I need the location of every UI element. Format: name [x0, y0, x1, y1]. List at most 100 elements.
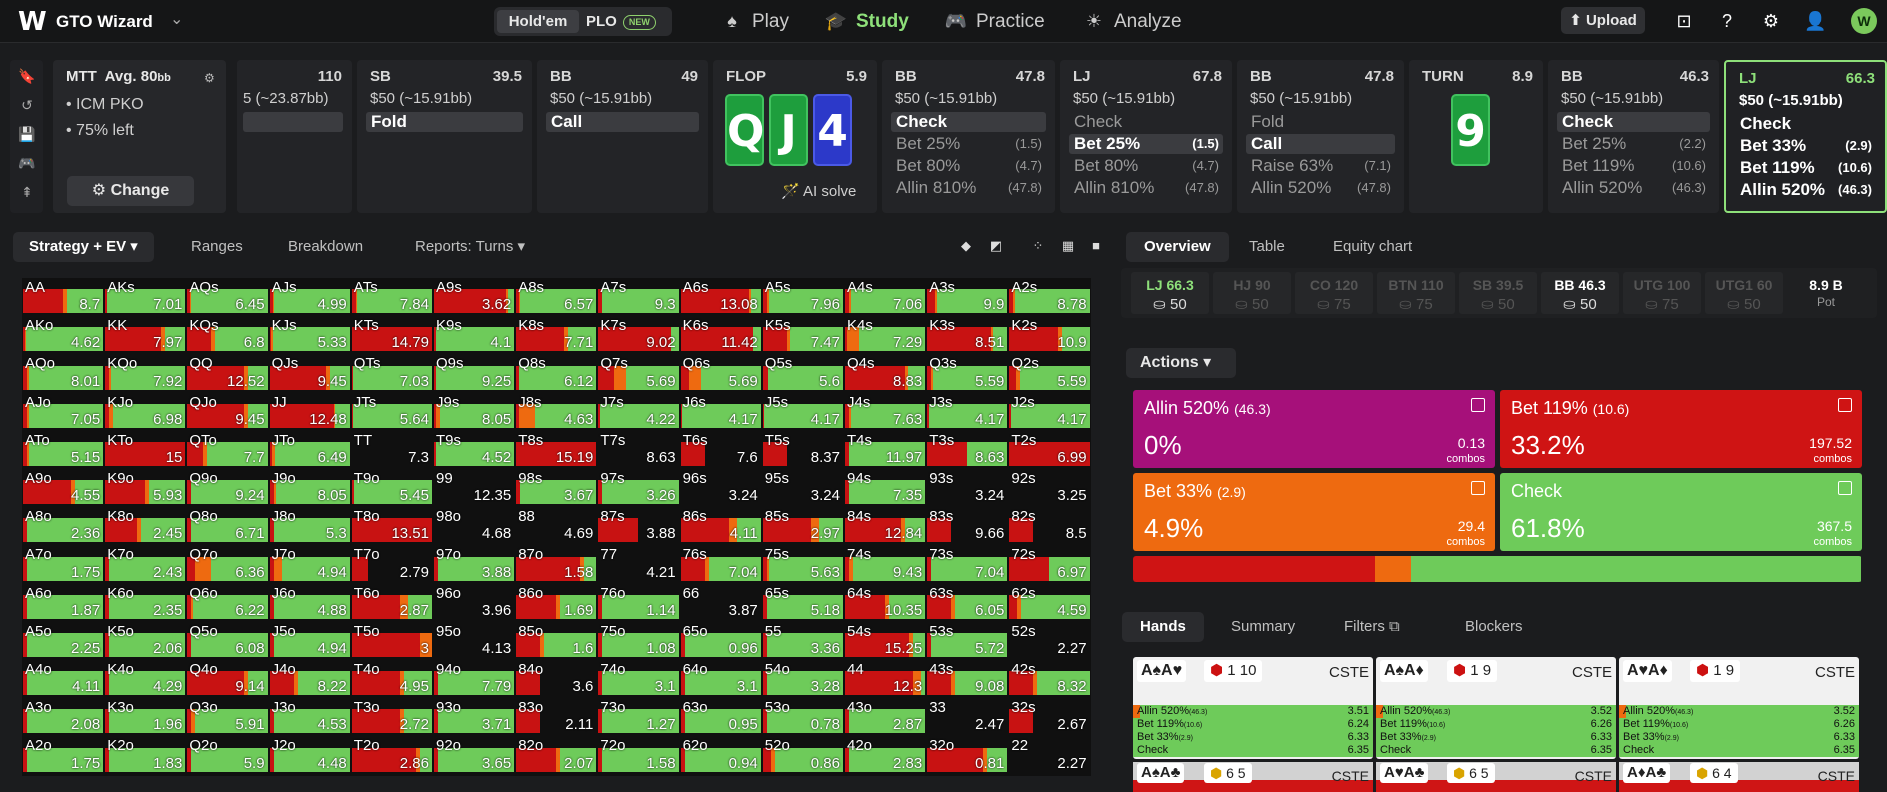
tab-filters[interactable]: Filters ⧉	[1326, 612, 1418, 642]
settings-dots-icon[interactable]: ⚙	[204, 71, 215, 85]
hand-cell[interactable]: JTo 6.49	[269, 431, 350, 468]
hand-cell[interactable]: T6o 2.87	[351, 584, 432, 621]
hand-cell[interactable]: T9o 5.45	[351, 470, 432, 507]
hand-cell[interactable]: 93s 3.24	[927, 470, 1008, 507]
hand-cell[interactable]: 63s 6.05	[927, 584, 1008, 621]
hand-cell[interactable]: J9o 8.05	[269, 470, 350, 507]
hand-cell[interactable]: 64o 3.1	[680, 661, 761, 698]
hand-cell[interactable]: Q8o 6.71	[187, 508, 268, 545]
hand-cell[interactable]: 88 4.69	[516, 508, 597, 545]
nav-study[interactable]: 🎓 Study	[824, 8, 909, 35]
hand-cell[interactable]: A2o 1.75	[23, 737, 104, 774]
hand-cell[interactable]: 52o 0.86	[762, 737, 843, 774]
hand-cell[interactable]: A8o 2.36	[23, 508, 104, 545]
hand-cell[interactable]: 42s 8.32	[1009, 661, 1090, 698]
hand-cell[interactable]: 22 2.27	[1009, 737, 1090, 774]
hand-cell[interactable]: 52s 2.27	[1009, 622, 1090, 659]
save-icon[interactable]: 💾	[18, 126, 36, 144]
spot-action[interactable]: Bet 25% (2.2)	[1557, 134, 1710, 154]
tab-equity-chart[interactable]: Equity chart	[1315, 232, 1430, 262]
spot-action[interactable]: Bet 33% (2.9)	[1735, 136, 1876, 156]
hand-cell[interactable]: A5s 7.96	[762, 279, 843, 316]
hand-cell[interactable]: 63o 0.95	[680, 699, 761, 736]
tab-ranges[interactable]: Ranges	[175, 232, 259, 262]
hand-cell[interactable]: J7s 4.22	[598, 393, 679, 430]
avatar[interactable]: W	[1851, 8, 1877, 34]
hand-cell[interactable]: 87o 1.58	[516, 546, 597, 583]
small-grid-icon[interactable]: ⁘	[1028, 236, 1048, 256]
spot-action[interactable]: Bet 25% (1.5)	[1069, 134, 1223, 154]
table-icon[interactable]	[1471, 398, 1485, 412]
spot-3[interactable]: FLOP 5.9 Q J 4 🪄 AI solve	[713, 60, 877, 213]
hand-card[interactable]: A♦A♣ ⬢ 6 4 CSTE	[1619, 762, 1859, 792]
brand-name[interactable]: GTO Wizard	[56, 12, 153, 32]
hand-cell[interactable]: A7s 9.3	[598, 279, 679, 316]
hand-cell[interactable]: 92o 3.65	[434, 737, 515, 774]
hand-cell[interactable]: T4s 11.97	[845, 431, 926, 468]
hand-cell[interactable]: 43o 2.87	[845, 699, 926, 736]
hand-cell[interactable]: K5o 2.06	[105, 622, 186, 659]
hand-cell[interactable]: J9s 8.05	[434, 393, 515, 430]
hand-cell[interactable]: T7o 2.79	[351, 546, 432, 583]
hand-cell[interactable]: 83s 9.66	[927, 508, 1008, 545]
hand-cell[interactable]: K3o 1.96	[105, 699, 186, 736]
hand-cell[interactable]: 99 12.35	[434, 470, 515, 507]
hand-cell[interactable]: 86s 4.11	[680, 508, 761, 545]
hand-cell[interactable]: K6o 2.35	[105, 584, 186, 621]
tab-summary[interactable]: Summary	[1213, 612, 1313, 642]
spot-action[interactable]: Fold	[1246, 112, 1395, 132]
tab-reports[interactable]: Reports: Turns ▾	[399, 232, 541, 262]
hand-cell[interactable]: A6s 13.08	[680, 279, 761, 316]
hand-cell[interactable]: 94o 7.79	[434, 661, 515, 698]
hand-cell[interactable]: KQo 7.92	[105, 355, 186, 392]
hand-cell[interactable]: A9s 3.62	[434, 279, 515, 316]
hand-cell[interactable]: ATo 5.15	[23, 431, 104, 468]
plo-mode-button[interactable]: PLO NEW	[586, 10, 656, 33]
hand-cell[interactable]: 62s 4.59	[1009, 584, 1090, 621]
hand-cell[interactable]: 66 3.87	[680, 584, 761, 621]
gto-wizard-logo[interactable]: W	[18, 9, 47, 35]
position-8[interactable]: 8.9 B Pot	[1787, 272, 1865, 314]
actions-dropdown[interactable]: Actions ▾	[1126, 348, 1236, 378]
hand-cell[interactable]: 85o 1.6	[516, 622, 597, 659]
hand-cell[interactable]: 86o 1.69	[516, 584, 597, 621]
hand-cell[interactable]: 96s 3.24	[680, 470, 761, 507]
hand-cell[interactable]: 32s 2.67	[1009, 699, 1090, 736]
hand-card[interactable]: A♠A♦ ⬢ 1 9 CSTE Allin 520%(46.3) 3.52 Bet 119…	[1376, 657, 1616, 759]
hand-cell[interactable]: T3o 2.72	[351, 699, 432, 736]
hand-cell[interactable]: 82o 2.07	[516, 737, 597, 774]
square-icon[interactable]: ■	[1086, 236, 1106, 256]
hand-cell[interactable]: 77 4.21	[598, 546, 679, 583]
spot-action[interactable]: Call	[546, 112, 699, 132]
hand-cell[interactable]: 97s 3.26	[598, 470, 679, 507]
spot-7[interactable]: TURN 8.9 9	[1409, 60, 1543, 213]
hand-cell[interactable]: J7o 4.94	[269, 546, 350, 583]
hand-card[interactable]: A♥A♣ ⬢ 6 5 CSTE	[1376, 762, 1616, 792]
hand-card[interactable]: A♥A♦ ⬢ 1 9 CSTE Allin 520%(46.3) 3.52 Bet 119…	[1619, 657, 1859, 759]
hand-cell[interactable]: 87s 3.88	[598, 508, 679, 545]
position-6[interactable]: UTG 100 ⛀ 75	[1623, 272, 1701, 314]
hand-cell[interactable]: Q6s 5.69	[680, 355, 761, 392]
hand-cell[interactable]: T2s 6.99	[1009, 431, 1090, 468]
hand-cell[interactable]: Q9s 9.25	[434, 355, 515, 392]
hand-cell[interactable]: Q7s 5.69	[598, 355, 679, 392]
chevron-down-icon[interactable]: ⌄	[170, 9, 183, 29]
hand-cell[interactable]: J5o 4.94	[269, 622, 350, 659]
hand-cell[interactable]: T8s 15.19	[516, 431, 597, 468]
hand-cell[interactable]: J2s 4.17	[1009, 393, 1090, 430]
upload-button[interactable]: ⬆ Upload	[1561, 7, 1645, 34]
hand-cell[interactable]: KK 7.97	[105, 317, 186, 354]
hand-cell[interactable]: T9s 4.52	[434, 431, 515, 468]
spot-4[interactable]: BB 47.8 $50 (~15.91bb) Check Bet 25% (1.5) Bet…	[882, 60, 1055, 213]
hand-cell[interactable]: T5s 8.37	[762, 431, 843, 468]
hand-cell[interactable]: 82s 8.5	[1009, 508, 1090, 545]
hand-cell[interactable]: A3s 9.9	[927, 279, 1008, 316]
hand-cell[interactable]: K2o 1.83	[105, 737, 186, 774]
table-icon[interactable]	[1838, 398, 1852, 412]
hand-cell[interactable]: T6s 7.6	[680, 431, 761, 468]
hand-cell[interactable]: 96o 3.96	[434, 584, 515, 621]
hand-cell[interactable]: 83o 2.11	[516, 699, 597, 736]
hand-cell[interactable]: AQo 8.01	[23, 355, 104, 392]
spot-8[interactable]: BB 46.3 $50 (~15.91bb) Check Bet 25% (2.2) Bet…	[1548, 60, 1719, 213]
hand-cell[interactable]: 62o 0.94	[680, 737, 761, 774]
